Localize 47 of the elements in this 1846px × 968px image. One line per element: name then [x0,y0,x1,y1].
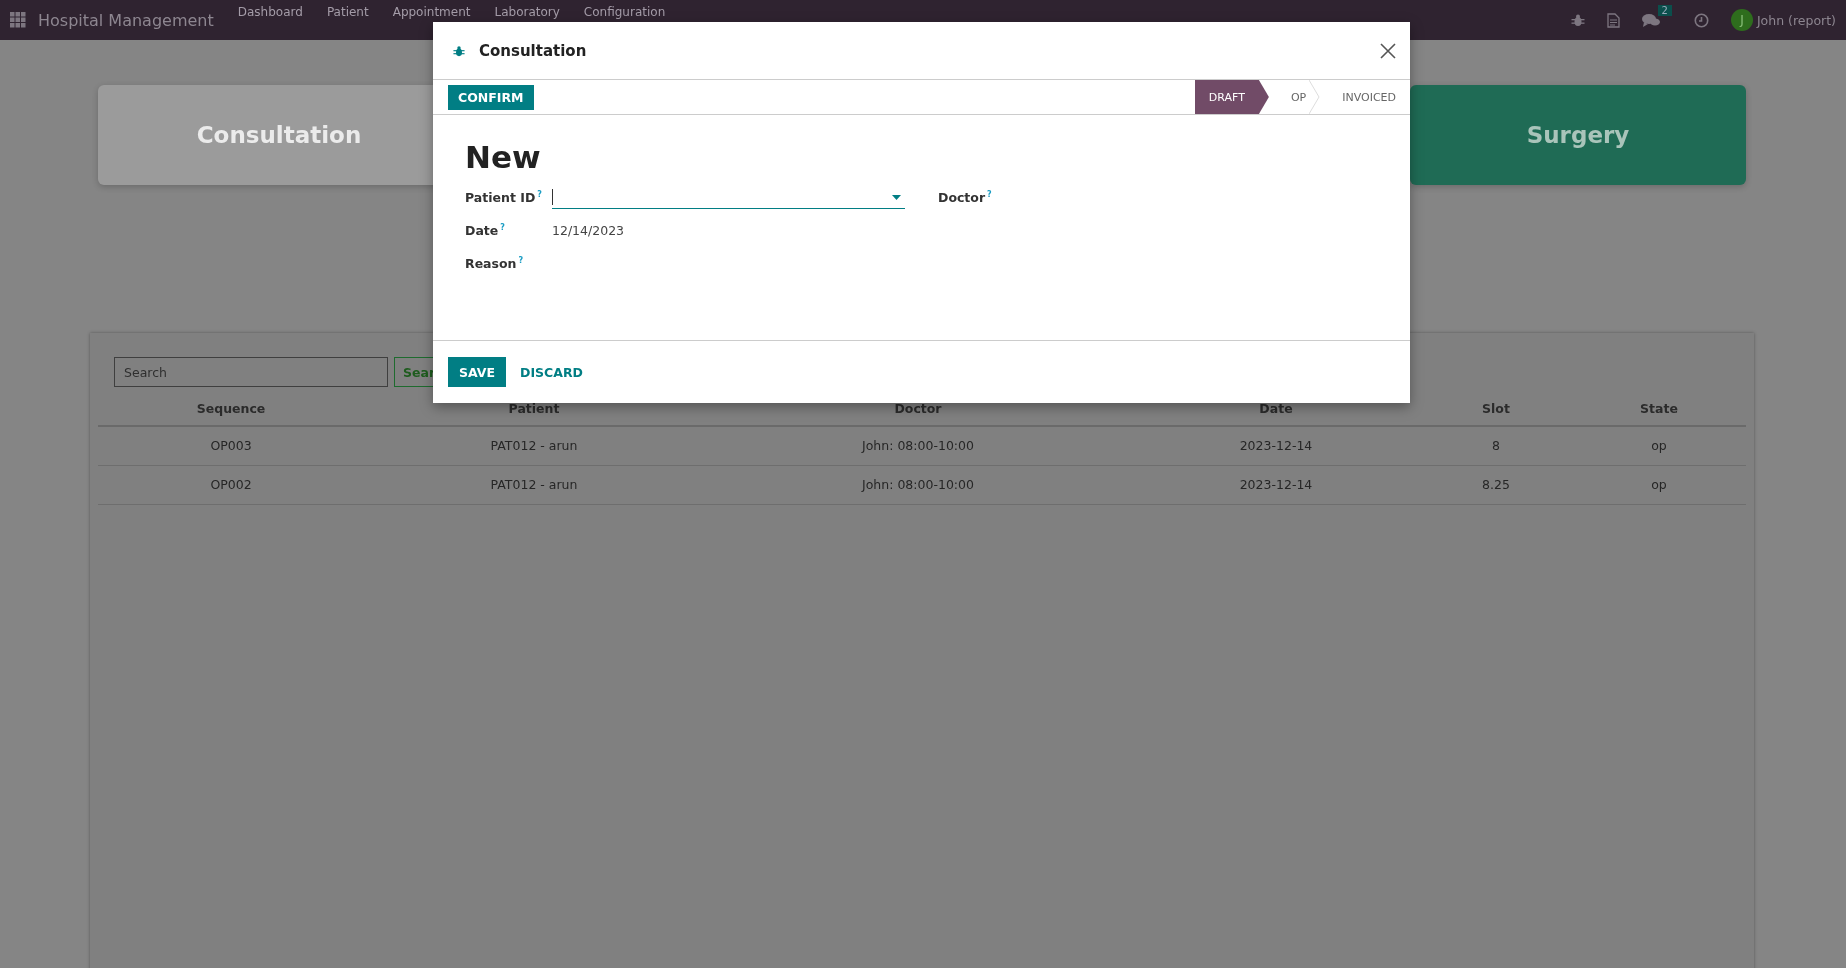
document-icon[interactable] [1606,12,1620,28]
search-field[interactable]: Search [114,357,388,387]
table-cell: op [1572,466,1746,505]
clock-icon[interactable] [1693,12,1709,28]
discard-button[interactable]: DISCARD [510,364,593,380]
user-avatar[interactable]: J [1730,9,1753,31]
field-label: Date $^{?}$ [465,222,506,239]
bug-icon[interactable] [1570,13,1585,27]
app-name[interactable]: Hospital Management [38,10,214,30]
caret-icon[interactable] [892,194,901,200]
column-header: Slot [1420,393,1572,427]
record-title: New [465,139,542,175]
menu-item[interactable]: Dashboard [237,5,303,20]
table-cell: 2023-12-14 [1132,427,1420,466]
table-cell: John: 08:00-10:00 [704,466,1132,505]
table-cell: OP003 [98,427,364,466]
chevron-divider [1309,80,1321,114]
table-cell: 2023-12-14 [1132,466,1420,505]
dialog-title: Consultation [479,41,587,60]
status-stage[interactable]: DRAFT [1194,80,1269,114]
bug-icon [453,44,465,57]
field-label: Patient ID $^{?}$ [465,189,543,206]
menu-item[interactable]: Laboratory [494,5,560,20]
table-cell: John: 08:00-10:00 [704,427,1132,466]
table-cell: 8.25 [1420,466,1572,505]
menu-item[interactable]: Patient [326,5,369,20]
table-cell: PAT012 - arun [364,427,704,466]
apps-menu-icon[interactable] [10,12,26,28]
column-header: State [1572,393,1746,427]
field-label: Doctor $^{?}$ [938,189,993,206]
confirm-button[interactable]: CONFIRM [448,84,534,110]
date-field[interactable]: 12/14/2023 [552,223,625,238]
table-cell: op [1572,427,1746,466]
table-cell: PAT012 - arun [364,466,704,505]
table-cell: 8 [1420,427,1572,466]
close-icon[interactable] [1380,42,1396,59]
message-count-badge: 2 [1657,4,1672,16]
menu-item[interactable]: Appointment [392,5,471,20]
chat-icon[interactable] [1641,12,1660,28]
field-label: Reason $^{?}$ [465,255,525,272]
patient-dropdown[interactable] [552,186,905,209]
save-button[interactable]: SAVE [448,357,507,387]
user-name[interactable]: John (report) [1756,12,1836,28]
table-cell: OP002 [98,466,364,505]
menu-item[interactable]: Configuration [583,5,666,20]
column-header: Sequence [98,393,364,427]
category-card[interactable]: Surgery [1410,85,1746,185]
